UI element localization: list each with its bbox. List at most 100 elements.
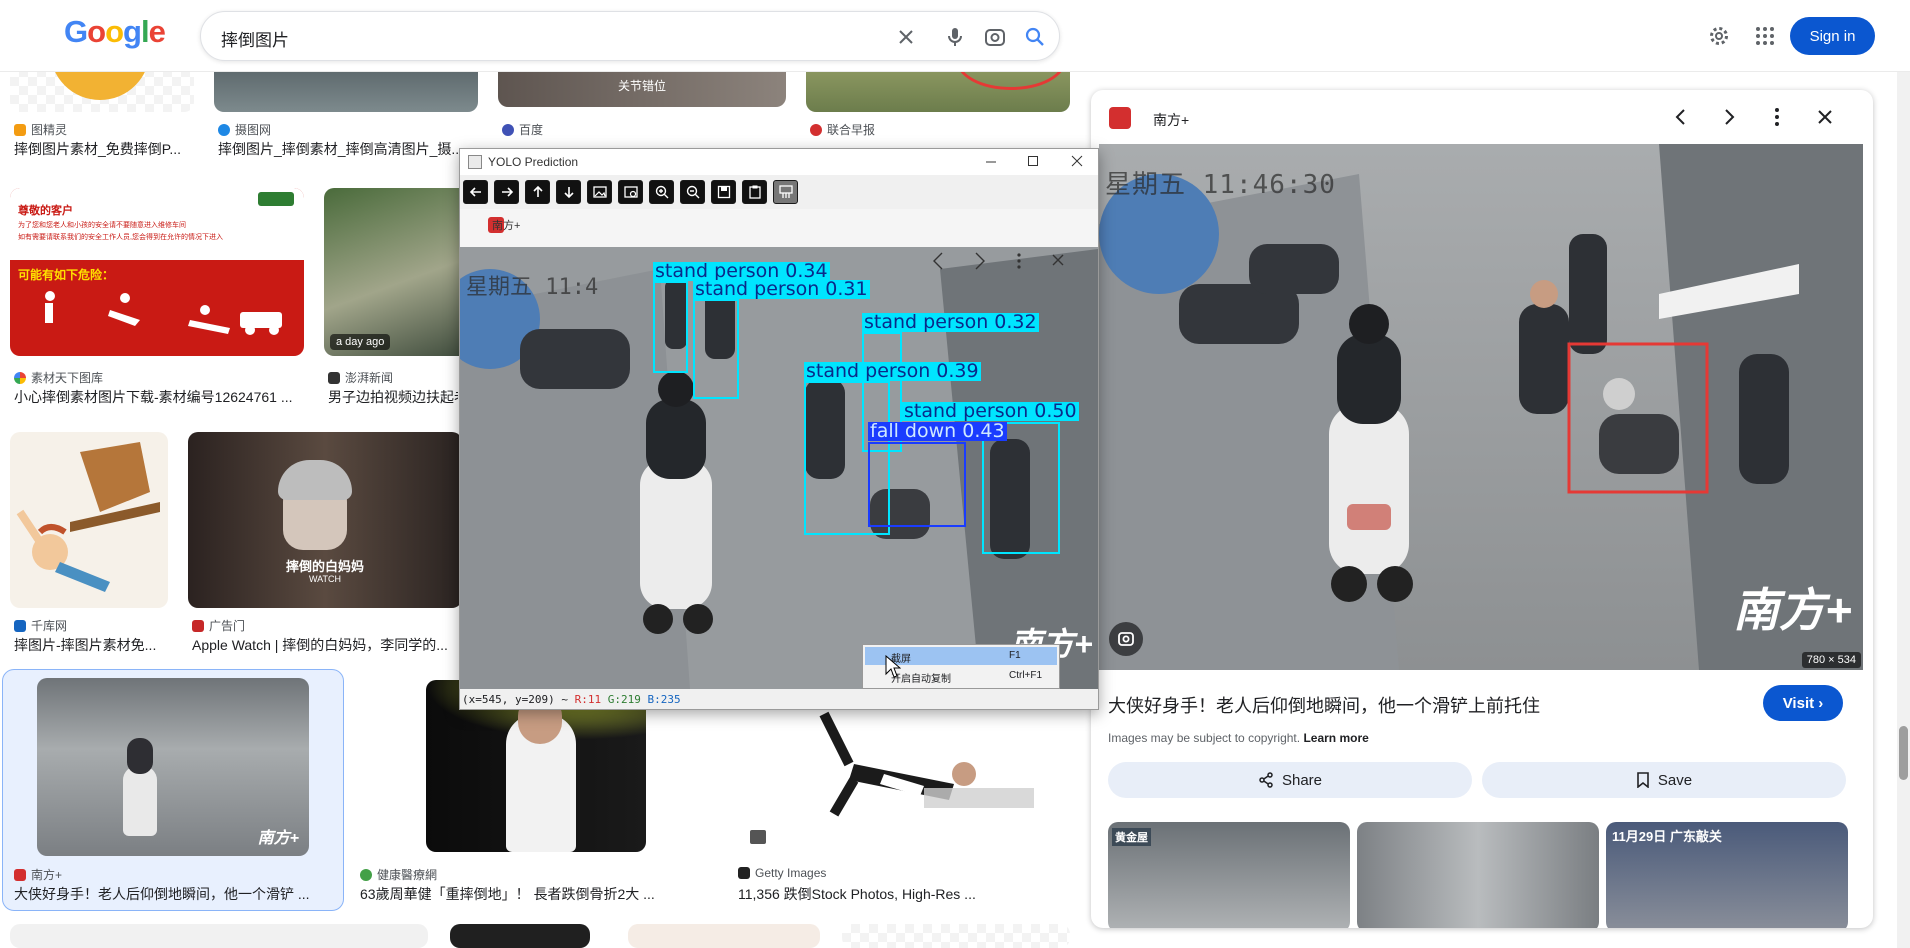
related-image[interactable]: 黄金屋	[1108, 822, 1350, 928]
search-box[interactable]: 摔倒图片	[200, 11, 1060, 61]
panel-header: 南方+	[1091, 90, 1873, 144]
result-source[interactable]: 图精灵	[14, 121, 67, 138]
sign-in-button[interactable]: Sign in	[1790, 17, 1875, 55]
prediction-canvas[interactable]: 南方+ 星期五 11:4 南方+ stand person 0.34 stand…	[460, 209, 1098, 689]
result-thumbnail[interactable]	[628, 924, 820, 948]
search-input[interactable]: 摔倒图片	[221, 26, 289, 51]
panel-title[interactable]: 大侠好身手！老人后仰倒地瞬间，他一个滑铲上前托住	[1108, 692, 1540, 718]
result-title[interactable]: 男子边拍视频边扶起老...	[328, 387, 458, 407]
result-source-name: 摄图网	[235, 123, 272, 137]
window-titlebar[interactable]: YOLO Prediction	[460, 149, 1098, 175]
logo-letter: G	[64, 14, 88, 49]
result-title[interactable]: 11,356 跌倒Stock Photos, High-Res ...	[738, 884, 1068, 904]
save-image-icon[interactable]	[711, 180, 736, 204]
close-icon[interactable]	[1813, 105, 1837, 129]
result-source[interactable]: 摄图网	[218, 121, 271, 138]
zoom-in-icon[interactable]	[649, 180, 674, 204]
rider-shape	[127, 738, 153, 774]
image-icon[interactable]	[587, 180, 612, 204]
result-thumbnail[interactable]: 南方+	[37, 678, 309, 856]
detection-label: stand person 0.39	[804, 360, 981, 382]
learn-more-link[interactable]: Learn more	[1303, 731, 1368, 745]
gear-icon[interactable]	[1706, 23, 1732, 49]
source-favicon	[810, 123, 822, 136]
result-title[interactable]: 大侠好身手！老人后仰倒地瞬间，他一个滑铲 ...	[14, 884, 330, 904]
result-title[interactable]: 摔倒图片_摔倒素材_摔倒高清图片_摄...	[218, 139, 458, 159]
result-thumbnail[interactable]: 尊敬的客户 为了您和您老人和小孩的安全请不要随意进入维修车间 如有需要请联系我们…	[10, 188, 304, 356]
search-icon[interactable]	[1023, 25, 1047, 49]
properties-icon[interactable]	[773, 180, 798, 204]
arrow-right-icon[interactable]	[494, 180, 519, 204]
maximize-icon[interactable]	[1026, 154, 1040, 168]
inner-timestamp: 星期五 11:4	[466, 275, 599, 300]
result-source-name: 百度	[519, 123, 544, 137]
watermark-text: 南方+	[257, 830, 299, 847]
result-title[interactable]: 摔图片-摔图片素材免...	[14, 635, 164, 655]
source-favicon	[14, 123, 26, 136]
source-favicon	[14, 371, 26, 384]
result-source-name: 素材天下图库	[31, 371, 104, 385]
minimize-icon[interactable]	[984, 154, 998, 168]
copyright-notice: Images may be subject to copyright. Lear…	[1108, 731, 1369, 745]
hazard-pictograms	[45, 291, 282, 335]
lens-camera-icon[interactable]	[983, 25, 1007, 49]
related-image[interactable]: 11月29日 广东敲关	[1606, 822, 1848, 928]
source-favicon	[218, 123, 230, 136]
thumbnail-overlay-text: 关节错位	[618, 79, 667, 93]
related-image[interactable]	[1357, 822, 1599, 928]
result-source-name: 澎湃新闻	[345, 371, 394, 385]
arrow-down-icon[interactable]	[556, 180, 581, 204]
yolo-prediction-window[interactable]: YOLO Prediction 南方+ 星期五 11:4 stand perso…	[459, 148, 1099, 710]
result-source[interactable]: 百度	[502, 121, 543, 138]
result-thumbnail[interactable]: a day ago	[324, 188, 474, 356]
person-hair	[278, 460, 352, 500]
arrow-left-icon[interactable]	[463, 180, 488, 204]
context-menu-shortcut: F1	[1009, 650, 1021, 661]
result-source[interactable]: 南方+	[14, 866, 62, 883]
panel-source-name[interactable]: 南方+	[1153, 110, 1189, 130]
preview-image[interactable]: 星期五 11:46:30 南方+ 780 × 534	[1099, 144, 1863, 670]
result-thumbnail[interactable]	[10, 924, 428, 948]
result-title[interactable]: 小心摔倒素材图片下载-素材编号12624761 ...	[14, 387, 304, 407]
copy-image-icon[interactable]	[742, 180, 767, 204]
falling-man-illustration	[750, 711, 1034, 844]
close-icon[interactable]	[1070, 154, 1084, 168]
chevron-right-icon[interactable]	[1717, 105, 1741, 129]
result-source[interactable]: 联合早报	[810, 121, 875, 138]
result-source[interactable]: 千库网	[14, 617, 67, 634]
result-title[interactable]: Apple Watch | 摔倒的白妈妈，李同学的...	[192, 635, 458, 655]
result-source-name: 广告门	[209, 619, 246, 633]
result-title[interactable]: 63歲周華健「重摔倒地」！ 長者跌倒骨折2大 ...	[360, 884, 670, 904]
source-favicon	[738, 867, 750, 879]
result-source[interactable]: 素材天下图库	[14, 369, 103, 386]
clear-icon[interactable]	[894, 25, 918, 49]
logo-letter: o	[87, 14, 106, 49]
apps-grid-icon[interactable]	[1752, 23, 1778, 49]
visit-button[interactable]: Visit ›	[1763, 685, 1843, 721]
lens-search-icon[interactable]	[1109, 622, 1143, 656]
result-source[interactable]: Getty Images	[738, 866, 826, 880]
result-thumbnail[interactable]	[842, 924, 1070, 948]
save-button[interactable]: Save	[1482, 762, 1846, 798]
result-source[interactable]: 澎湃新闻	[328, 369, 393, 386]
result-thumbnail[interactable]	[450, 924, 590, 948]
arrow-up-icon[interactable]	[525, 180, 550, 204]
scrollbar-thumb[interactable]	[1899, 726, 1908, 780]
more-vert-icon[interactable]	[1765, 105, 1789, 129]
result-thumbnail[interactable]: 摔倒的白妈妈 WATCH	[188, 432, 462, 608]
detection-label: stand person 0.31	[693, 278, 870, 300]
red-value: R:11	[574, 693, 602, 706]
google-logo[interactable]: Google	[64, 14, 166, 50]
microphone-icon[interactable]	[943, 25, 967, 49]
page-scrollbar[interactable]	[1897, 72, 1910, 948]
result-source[interactable]: 广告门	[192, 617, 245, 634]
chevron-left-icon[interactable]	[1669, 105, 1693, 129]
result-thumbnail[interactable]	[10, 432, 168, 608]
image-settings-icon[interactable]	[618, 180, 643, 204]
zoom-out-icon[interactable]	[680, 180, 705, 204]
result-source[interactable]: 健康醫療網	[360, 866, 437, 883]
cartoon-chair-fall	[16, 442, 160, 592]
result-title[interactable]: 摔倒图片素材_免费摔倒P...	[14, 139, 194, 159]
share-button[interactable]: Share	[1108, 762, 1472, 798]
result-thumbnail[interactable]	[734, 704, 1070, 856]
